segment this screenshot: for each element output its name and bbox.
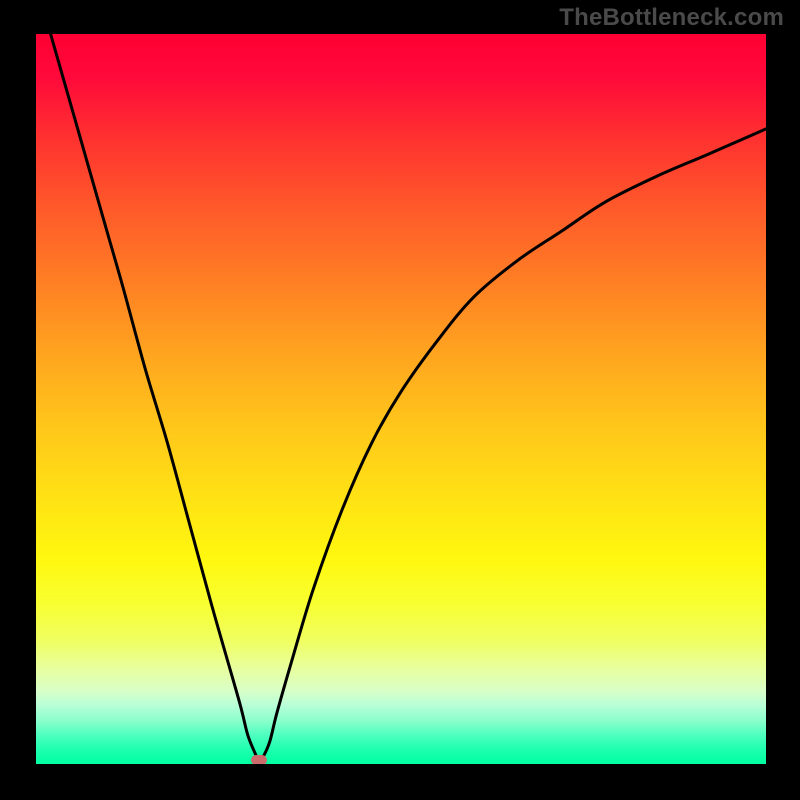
chart-frame: TheBottleneck.com — [0, 0, 800, 800]
curve-path — [51, 34, 766, 761]
watermark-text: TheBottleneck.com — [559, 4, 784, 32]
bottleneck-curve — [36, 34, 766, 764]
plot-area — [36, 34, 766, 764]
minimum-marker — [251, 755, 267, 764]
